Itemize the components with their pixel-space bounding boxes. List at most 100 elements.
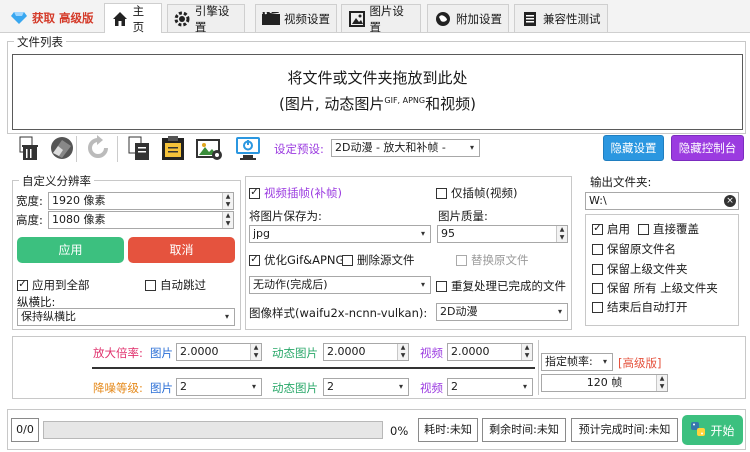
image-style-value: 2D动漫 — [440, 305, 478, 318]
apply-all-checkbox[interactable]: ✓ 应用到全部 — [17, 277, 90, 293]
checkbox-empty-icon — [436, 187, 447, 199]
denoise-video-select[interactable]: 2 ▾ — [447, 378, 533, 396]
interp-only-checkbox[interactable]: 仅插帧(视频) — [436, 185, 517, 201]
toolbar-divider — [76, 136, 77, 162]
trash-icon[interactable] — [14, 134, 42, 162]
spin-arrows-icon[interactable]: ▲ ▼ — [250, 344, 261, 360]
keep-all-parents-label: 保留 所有 上级文件夹 — [607, 281, 718, 295]
gear-icon — [174, 10, 191, 28]
drop-hint-a: (图片, 动态图片 — [279, 95, 385, 113]
refresh-icon[interactable] — [84, 134, 112, 162]
checkbox-checked-icon: ✓ — [17, 279, 28, 291]
delete-source-label: 删除源文件 — [357, 253, 415, 267]
resolution-legend: 自定义分辨率 — [19, 173, 94, 189]
replace-source-checkbox[interactable]: 替换原文件 — [456, 252, 529, 268]
aspect-select[interactable]: 保持纵横比 ▾ — [17, 308, 235, 326]
scale-video-label: 视频 — [420, 346, 443, 360]
progress-bar — [43, 421, 383, 439]
after-action-select[interactable]: 无动作(完成后) ▾ — [249, 276, 431, 294]
open-after-checkbox[interactable]: 结束后自动打开 — [592, 299, 688, 315]
eta-time: 预计完成时间:未知 — [571, 418, 678, 442]
elapsed-time: 耗时:未知 — [418, 418, 478, 442]
tab-extra-settings[interactable]: 附加设置 — [427, 4, 509, 32]
scale-image-value: 2.0000 — [180, 345, 219, 358]
spin-arrows-icon[interactable]: ▲ ▼ — [521, 344, 532, 360]
keep-parent-label: 保留上级文件夹 — [607, 262, 688, 276]
start-button[interactable]: 开始 — [682, 415, 743, 445]
monitor-icon[interactable] — [234, 134, 262, 162]
image-style-label: 图像样式(waifu2x-ncnn-vulkan): — [249, 306, 428, 320]
checkbox-checked-icon: ✓ — [592, 223, 603, 235]
output-path-input[interactable]: W:\ × — [585, 192, 739, 210]
scale-label: 放大倍率: — [93, 346, 143, 360]
checkbox-empty-icon — [145, 279, 156, 291]
denoise-anim-label: 动态图片 — [272, 381, 318, 395]
tab-engine-settings[interactable]: 引擎设置 — [167, 3, 245, 34]
after-action-value: 无动作(完成后) — [253, 278, 328, 291]
video-interp-checkbox[interactable]: ✓ 视频插帧(补帧) — [249, 185, 342, 201]
aspect-value: 保持纵横比 — [21, 310, 76, 323]
denoise-anim-select[interactable]: 2 ▾ — [323, 378, 409, 396]
spin-arrows-icon[interactable]: ▲ ▼ — [222, 212, 233, 228]
copy-icon[interactable] — [125, 134, 153, 162]
scale-anim-label: 动态图片 — [272, 346, 318, 360]
scale-anim-input[interactable]: 2.0000 ▲ ▼ — [323, 343, 409, 361]
eraser-icon[interactable] — [48, 134, 76, 162]
denoise-label: 降噪等级: — [93, 381, 143, 395]
get-pro-label: 获取 高级版 — [32, 11, 94, 25]
preset-select[interactable]: 2D动漫 - 放大和补帧 - ▾ — [331, 139, 480, 157]
scale-video-input[interactable]: 2.0000 ▲ ▼ — [447, 343, 533, 361]
tab-engine-label: 引擎设置 — [194, 3, 230, 34]
delete-source-checkbox[interactable]: 删除源文件 — [342, 252, 415, 268]
save-format-value: jpg — [253, 227, 271, 240]
hide-console-button[interactable]: 隐藏控制台 — [671, 135, 744, 161]
image-style-select[interactable]: 2D动漫 ▾ — [436, 303, 568, 321]
reprocess-checkbox[interactable]: 重复处理已完成的文件 — [436, 278, 566, 294]
home-icon — [111, 10, 129, 28]
hide-settings-button[interactable]: 隐藏设置 — [603, 135, 664, 161]
height-input[interactable]: 1080 像素 ▲ ▼ — [48, 211, 234, 229]
spin-arrows-icon[interactable]: ▲ ▼ — [656, 375, 667, 391]
checkbox-checked-icon: ✓ — [249, 187, 260, 199]
fps-value-input[interactable]: 120 帧 ▲ ▼ — [541, 374, 668, 392]
direct-overwrite-checkbox[interactable]: 直接覆盖 — [638, 221, 699, 237]
keep-all-parents-checkbox[interactable]: 保留 所有 上级文件夹 — [592, 280, 718, 296]
clear-icon[interactable]: × — [724, 195, 736, 207]
chevron-down-icon: ▾ — [251, 382, 256, 391]
spin-arrows-icon[interactable]: ▲ ▼ — [397, 344, 408, 360]
interp-only-label: 仅插帧(视频) — [451, 186, 518, 200]
spin-arrows-icon[interactable]: ▲ ▼ — [222, 193, 233, 209]
image-settings-icon[interactable] — [196, 134, 224, 162]
denoise-image-select[interactable]: 2 ▾ — [176, 378, 262, 396]
output-enable-label: 启用 — [607, 222, 630, 236]
output-enable-checkbox[interactable]: ✓ 启用 — [592, 221, 630, 237]
scale-image-input[interactable]: 2.0000 ▲ ▼ — [176, 343, 262, 361]
checkbox-empty-icon — [436, 280, 447, 292]
tab-home[interactable]: 主页 — [104, 3, 162, 34]
auto-skip-checkbox[interactable]: 自动跳过 — [145, 277, 206, 293]
optimize-gif-checkbox[interactable]: ✓ 优化Gif&APNG — [249, 252, 344, 268]
open-after-label: 结束后自动打开 — [607, 300, 688, 314]
tab-video-settings[interactable]: 视频设置 — [255, 4, 337, 32]
keep-name-checkbox[interactable]: 保留原文件名 — [592, 241, 676, 257]
width-input[interactable]: 1920 像素 ▲ ▼ — [48, 192, 234, 210]
paste-icon[interactable] — [159, 134, 187, 162]
tab-image-settings[interactable]: 图片设置 — [341, 4, 421, 34]
scale-image-label: 图片 — [150, 346, 173, 360]
optimize-gif-label: 优化Gif&APNG — [264, 253, 345, 267]
preset-value: 2D动漫 - 放大和补帧 - — [335, 141, 446, 154]
toolbar-divider — [117, 136, 118, 162]
quality-input[interactable]: 95 ▲ ▼ — [437, 225, 568, 243]
fps-mode-value: 指定帧率: — [545, 355, 593, 368]
chevron-down-icon: ▾ — [420, 229, 425, 238]
tab-compat-test[interactable]: 兼容性测试 — [514, 4, 608, 32]
get-pro-link[interactable]: 获取 高级版 — [4, 4, 102, 32]
spin-arrows-icon[interactable]: ▲ ▼ — [556, 226, 567, 242]
apply-button[interactable]: 应用 — [17, 237, 124, 263]
chevron-down-icon: ▾ — [420, 280, 425, 289]
save-format-select[interactable]: jpg ▾ — [249, 225, 431, 243]
keep-parent-checkbox[interactable]: 保留上级文件夹 — [592, 261, 688, 277]
cancel-button[interactable]: 取消 — [128, 237, 235, 263]
file-drop-zone[interactable]: 将文件或文件夹拖放到此处 (图片, 动态图片GIF, APNG和视频) — [12, 54, 743, 130]
fps-mode-select[interactable]: 指定帧率: ▾ — [541, 353, 613, 371]
